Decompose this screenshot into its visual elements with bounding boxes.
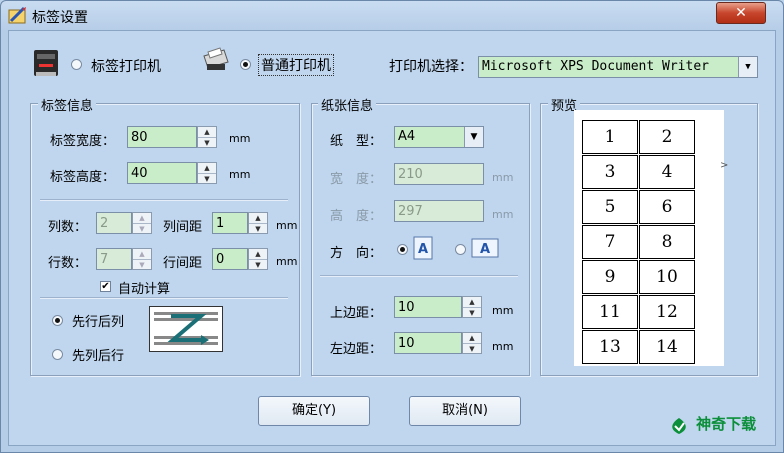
chevron-down-icon[interactable]: ▼ (464, 127, 483, 147)
portrait-icon: A (413, 236, 433, 260)
label-height-spinner[interactable]: ▲ ▼ (197, 162, 217, 184)
rows-spinner[interactable]: ▲ ▼ (132, 248, 152, 270)
label-height-label: 标签高度： (50, 170, 116, 185)
top-margin-spinner[interactable]: ▲ ▼ (462, 296, 482, 318)
preview-edge-mark: > (720, 160, 729, 171)
preview-cell: 3 (582, 155, 638, 189)
col-gap-spinner[interactable]: ▲ ▼ (248, 212, 268, 234)
cols-spinner[interactable]: ▲ ▼ (132, 212, 152, 234)
watermark-logo-icon (672, 417, 686, 434)
preview-cell: 11 (582, 295, 638, 329)
cancel-button[interactable]: 取消(N) (409, 396, 521, 426)
auto-calc-label[interactable]: 自动计算 (118, 278, 170, 297)
title-bar[interactable]: 标签设置 ✕ (0, 0, 784, 30)
left-margin-label: 左边距： (330, 342, 383, 357)
preview-cell: 5 (582, 190, 638, 224)
window-title: 标签设置 (32, 10, 88, 26)
row-gap-unit: mm (276, 255, 298, 268)
label-printer-label[interactable]: 标签打印机 (91, 56, 161, 76)
preview-cell: 14 (639, 330, 695, 364)
auto-calc-checkbox[interactable]: ✔ (100, 281, 111, 292)
divider (40, 297, 288, 299)
normal-printer-label[interactable]: 普通打印机 (258, 54, 334, 76)
order-z-icon (149, 306, 223, 352)
label-printer-radio[interactable] (71, 59, 82, 70)
col-gap-label: 列间距 (163, 220, 203, 235)
label-printer-icon (34, 50, 58, 76)
top-margin-unit: mm (492, 304, 514, 317)
label-height-unit: mm (229, 168, 251, 181)
row-gap-spinner[interactable]: ▲ ▼ (248, 248, 268, 270)
rows-label: 行数： (48, 256, 88, 271)
label-width-input[interactable]: 80 (127, 126, 197, 148)
close-button[interactable]: ✕ (716, 2, 766, 24)
preview-cell: 9 (582, 260, 638, 294)
row-gap-label: 行间距 (163, 256, 203, 271)
preview-cell: 12 (639, 295, 695, 329)
label-height-input[interactable]: 40 (127, 162, 197, 184)
preview-cell: 10 (639, 260, 695, 294)
paper-width-label: 宽 度： (330, 172, 383, 187)
label-width-unit: mm (229, 132, 251, 145)
preview-cell: 2 (639, 120, 695, 154)
ok-button[interactable]: 确定(Y) (258, 396, 370, 426)
label-width-spinner[interactable]: ▲ ▼ (197, 126, 217, 148)
col-first-label[interactable]: 先列后行 (72, 345, 124, 364)
app-icon (8, 6, 26, 24)
preview-cell: 8 (639, 225, 695, 259)
printer-select[interactable]: Microsoft XPS Document Writer ▼ (478, 56, 758, 78)
svg-text:A: A (480, 242, 490, 257)
col-gap-input[interactable]: 1 (212, 212, 248, 234)
paper-height-input[interactable]: 297 (394, 200, 484, 222)
paper-type-value: A4 (398, 129, 416, 144)
paper-width-input[interactable]: 210 (394, 163, 484, 185)
left-margin-input[interactable]: 10 (394, 332, 462, 354)
rows-input[interactable]: 7 (96, 248, 132, 270)
paper-height-label: 高 度： (330, 209, 383, 224)
close-icon: ✕ (735, 5, 747, 21)
printer-select-label: 打印机选择： (389, 59, 473, 75)
divider (40, 199, 288, 201)
label-info-title: 标签信息 (38, 95, 97, 114)
portrait-radio[interactable] (397, 244, 408, 255)
col-first-radio[interactable] (52, 349, 63, 360)
landscape-icon: A (471, 238, 499, 258)
preview-cell: 4 (639, 155, 695, 189)
col-gap-unit: mm (276, 219, 298, 232)
paper-info-title: 纸张信息 (318, 95, 377, 114)
landscape-radio[interactable] (455, 244, 466, 255)
paper-type-label: 纸 型： (330, 134, 383, 149)
watermark: 神奇下载 (666, 413, 756, 436)
paper-type-select[interactable]: A4 ▼ (394, 126, 484, 148)
row-first-radio[interactable] (52, 315, 63, 326)
cols-input[interactable]: 2 (96, 212, 132, 234)
preview-cell: 7 (582, 225, 638, 259)
svg-text:A: A (418, 242, 428, 257)
watermark-text: 神奇下载 (696, 415, 757, 433)
normal-printer-radio[interactable] (240, 59, 251, 70)
paper-height-unit: mm (492, 208, 514, 221)
preview-cell: 13 (582, 330, 638, 364)
preview-cell: 6 (639, 190, 695, 224)
row-first-label[interactable]: 先行后列 (72, 311, 124, 330)
left-margin-spinner[interactable]: ▲ ▼ (462, 332, 482, 354)
row-gap-input[interactable]: 0 (212, 248, 248, 270)
chevron-down-icon[interactable]: ▼ (738, 57, 757, 77)
printer-select-value: Microsoft XPS Document Writer (482, 59, 709, 74)
normal-printer-icon (203, 47, 229, 70)
divider (320, 275, 518, 277)
top-margin-input[interactable]: 10 (394, 296, 462, 318)
label-width-label: 标签宽度： (50, 134, 116, 149)
top-margin-label: 上边距： (330, 306, 383, 321)
preview-cell: 1 (582, 120, 638, 154)
cols-label: 列数： (48, 220, 88, 235)
paper-width-unit: mm (492, 171, 514, 184)
left-margin-unit: mm (492, 340, 514, 353)
direction-label: 方 向： (330, 246, 383, 261)
